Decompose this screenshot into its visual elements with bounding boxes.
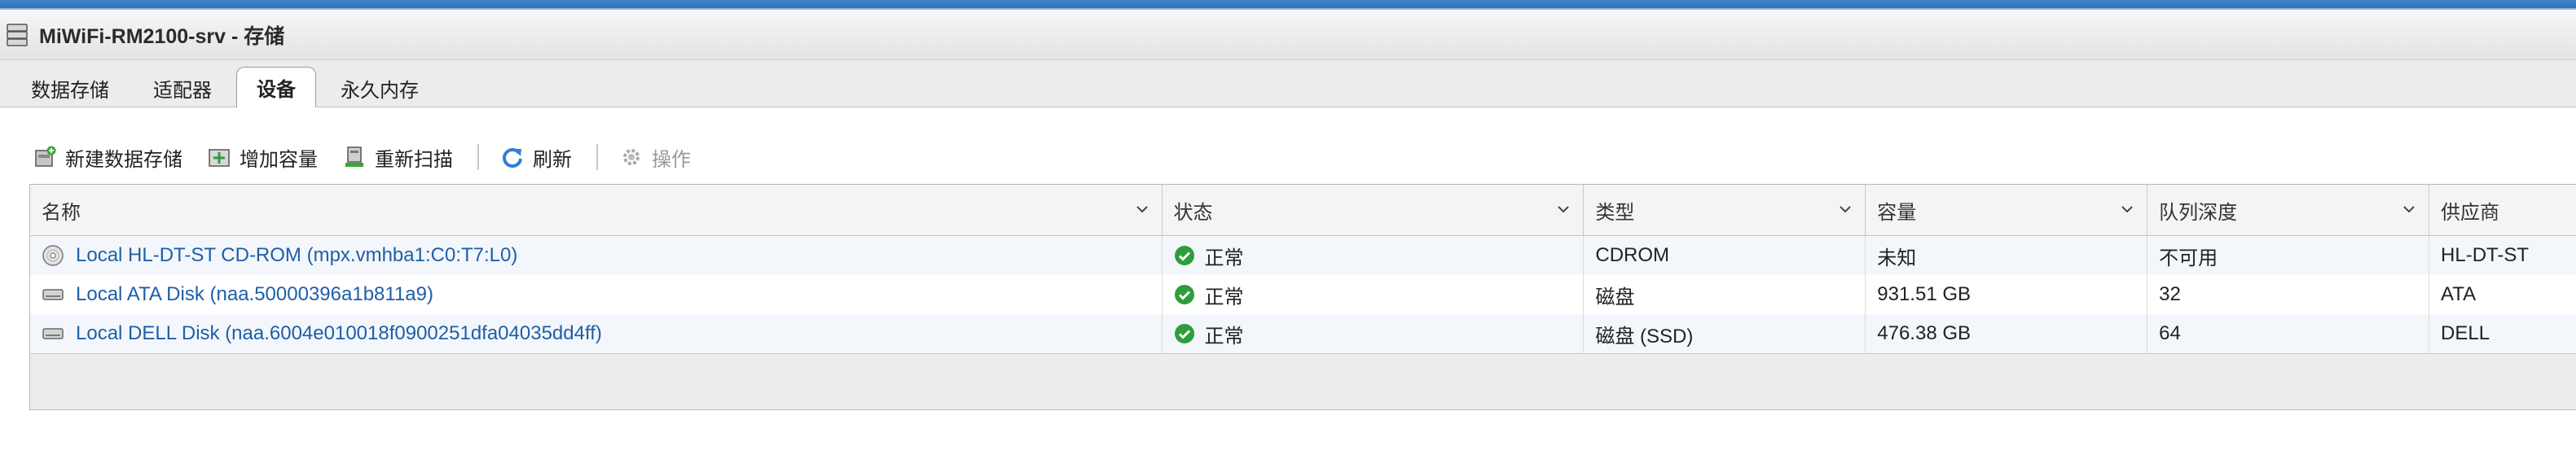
rescan-button[interactable]: 重新扫描	[342, 143, 453, 172]
cell-queue-depth: 64	[2147, 314, 2430, 353]
column-header-label: 名称	[42, 201, 81, 224]
new-datastore-button[interactable]: 新建数据存储	[33, 143, 182, 172]
cell-type: CDROM	[1584, 236, 1866, 275]
window-titlebar: MiWiFi-RM2100-srv - 存储	[0, 10, 2576, 60]
column-header-label: 容量	[1877, 201, 1917, 224]
chevron-down-icon	[2121, 206, 2133, 213]
column-header-queue-depth[interactable]: 队列深度	[2147, 185, 2430, 235]
refresh-icon	[500, 145, 525, 169]
page-title: MiWiFi-RM2100-srv - 存储	[39, 24, 285, 48]
device-name-link[interactable]: Local HL-DT-ST CD-ROM (mpx.vmhba1:C0:T7:…	[76, 244, 517, 267]
cell-vendor: ATA	[2441, 283, 2477, 305]
device-name-link[interactable]: Local DELL Disk (naa.6004e010018f0900251…	[76, 322, 602, 345]
table-row[interactable]: Local DELL Disk (naa.6004e010018f0900251…	[30, 314, 2576, 353]
tab-bar: 数据存储 适配器 设备 永久内存	[0, 60, 2576, 107]
new-datastore-icon	[33, 145, 57, 169]
column-header-name[interactable]: 名称	[30, 185, 1163, 235]
cell-status: 正常	[1163, 314, 1585, 353]
disk-icon	[42, 282, 66, 307]
column-header-label: 供应商	[2441, 201, 2500, 224]
cell-status: 正常	[1163, 275, 1585, 314]
cell-status: 正常	[1163, 236, 1585, 275]
cell-name: Local ATA Disk (naa.50000396a1b811a9)	[30, 275, 1163, 314]
tab-datastores[interactable]: 数据存储	[11, 69, 129, 107]
column-header-status[interactable]: 状态	[1163, 185, 1585, 235]
status-text: 正常	[1204, 286, 1244, 308]
storage-icon	[7, 23, 29, 47]
devices-table: 名称 状态 类型 容量 队列深度 供应商 Local HL-DT-ST CD-R…	[29, 184, 2576, 410]
cell-type: 磁盘	[1584, 275, 1866, 314]
device-name-link[interactable]: Local ATA Disk (naa.50000396a1b811a9)	[76, 283, 433, 306]
column-header-type[interactable]: 类型	[1584, 185, 1866, 235]
column-header-label: 类型	[1595, 201, 1635, 224]
check-circle-icon	[1174, 246, 1194, 265]
cell-vendor: HL-DT-ST	[2441, 244, 2530, 266]
table-row[interactable]: Local HL-DT-ST CD-ROM (mpx.vmhba1:C0:T7:…	[30, 236, 2576, 275]
increase-capacity-icon	[207, 145, 231, 169]
tab-persistent-memory[interactable]: 永久内存	[321, 69, 438, 107]
toolbar: 新建数据存储 增加容量 重新扫描 刷新 操作	[33, 137, 715, 177]
chevron-down-icon	[1558, 206, 1570, 213]
chevron-down-icon	[1136, 206, 1148, 213]
cell-queue-depth: 不可用	[2147, 236, 2430, 275]
actions-label: 操作	[652, 148, 691, 171]
table-footer	[30, 353, 2576, 409]
column-header-vendor[interactable]: 供应商	[2429, 185, 2576, 235]
column-header-label: 队列深度	[2159, 201, 2238, 224]
cell-queue-depth: 32	[2147, 275, 2430, 314]
gear-icon	[619, 145, 644, 169]
cell-type: 磁盘 (SSD)	[1584, 314, 1866, 353]
cell-name: Local HL-DT-ST CD-ROM (mpx.vmhba1:C0:T7:…	[30, 236, 1163, 275]
cell-name: Local DELL Disk (naa.6004e010018f0900251…	[30, 314, 1163, 353]
toolbar-separator	[477, 144, 479, 170]
cdrom-icon	[42, 243, 66, 268]
refresh-label: 刷新	[533, 148, 572, 171]
increase-capacity-label: 增加容量	[240, 148, 318, 171]
cell-vendor: DELL	[2441, 322, 2490, 344]
refresh-button[interactable]: 刷新	[500, 143, 572, 172]
chevron-down-icon	[1840, 206, 1851, 213]
status-text: 正常	[1204, 325, 1244, 348]
cell-capacity: 476.38 GB	[1866, 314, 2148, 353]
disk-icon	[42, 321, 66, 346]
cell-capacity: 931.51 GB	[1866, 275, 2148, 314]
check-circle-icon	[1174, 324, 1194, 343]
column-header-capacity[interactable]: 容量	[1866, 185, 2148, 235]
table-body: Local HL-DT-ST CD-ROM (mpx.vmhba1:C0:T7:…	[30, 236, 2576, 353]
cell-capacity: 未知	[1866, 236, 2148, 275]
rescan-icon	[342, 145, 367, 169]
tab-devices[interactable]: 设备	[236, 67, 316, 107]
actions-button[interactable]: 操作	[619, 143, 691, 172]
toolbar-separator	[596, 144, 598, 170]
new-datastore-label: 新建数据存储	[65, 148, 182, 171]
increase-capacity-button[interactable]: 增加容量	[207, 143, 318, 172]
rescan-label: 重新扫描	[375, 148, 453, 171]
check-circle-icon	[1174, 285, 1194, 304]
column-header-label: 状态	[1173, 201, 1213, 224]
chevron-down-icon	[2403, 206, 2415, 213]
table-row[interactable]: Local ATA Disk (naa.50000396a1b811a9) 正常…	[30, 275, 2576, 314]
status-text: 正常	[1204, 247, 1244, 269]
table-header: 名称 状态 类型 容量 队列深度 供应商	[30, 185, 2576, 236]
tab-adapters[interactable]: 适配器	[134, 69, 231, 107]
window-top-strip	[0, 0, 2576, 10]
